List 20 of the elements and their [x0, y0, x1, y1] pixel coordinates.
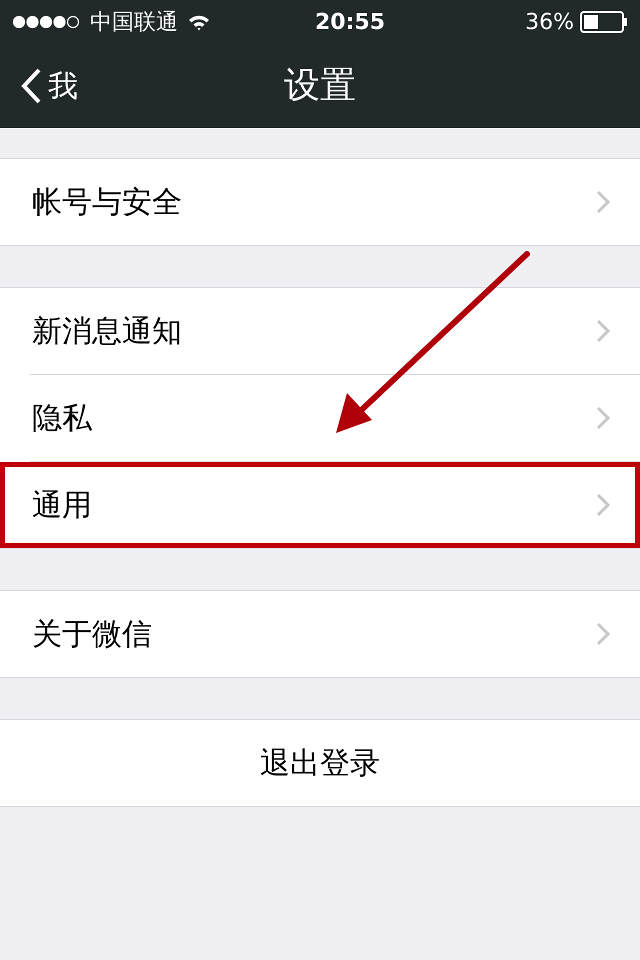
signal-icon: [12, 15, 80, 29]
settings-row[interactable]: 通用: [0, 462, 640, 548]
settings-row[interactable]: 帐号与安全: [0, 159, 640, 245]
battery-icon: [580, 11, 628, 33]
battery-percent: 36%: [525, 8, 574, 36]
settings-row[interactable]: 隐私: [0, 375, 640, 461]
chevron-right-icon: [596, 406, 610, 430]
page-title: 设置: [284, 64, 356, 108]
chevron-right-icon: [596, 319, 610, 343]
settings-row[interactable]: 关于微信: [0, 591, 640, 677]
carrier-name: 中国联通: [90, 8, 178, 36]
status-time: 20:55: [314, 8, 386, 36]
chevron-right-icon: [596, 190, 610, 214]
settings-row[interactable]: 新消息通知: [0, 288, 640, 374]
back-chevron-icon: [20, 68, 42, 104]
chevron-right-icon: [596, 493, 610, 517]
chevron-right-icon: [596, 622, 610, 646]
logout-button[interactable]: 退出登录: [0, 719, 640, 807]
back-button[interactable]: 我: [20, 64, 78, 108]
wifi-icon: [188, 14, 210, 30]
